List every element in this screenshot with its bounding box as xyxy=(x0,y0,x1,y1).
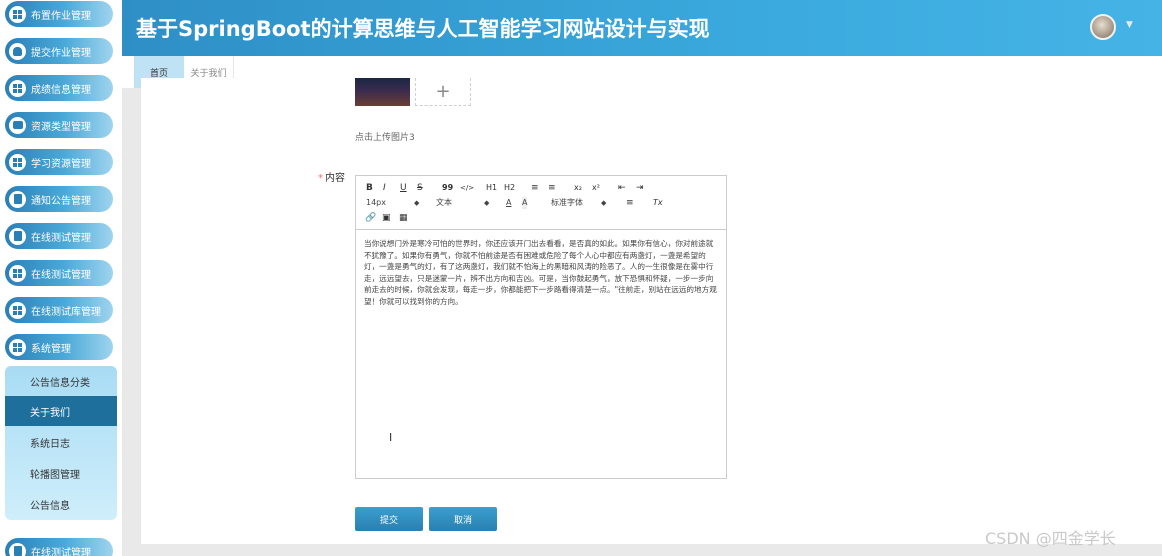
superscript-button[interactable]: x² xyxy=(592,182,600,194)
clear-format-button[interactable]: Tx xyxy=(653,197,663,209)
background-color-button[interactable]: A xyxy=(522,197,528,209)
submenu-item-notice-info[interactable]: 公告信息 xyxy=(5,489,117,519)
submenu-item-label: 公告信息分类 xyxy=(30,377,90,389)
strike-button[interactable]: S xyxy=(417,182,423,194)
sidebar-item-online-test-1[interactable]: 在线测试管理 xyxy=(5,223,113,249)
grid-icon xyxy=(9,153,26,171)
submenu-item-label: 系统日志 xyxy=(30,438,70,450)
briefcase-icon xyxy=(9,116,26,134)
editor-toolbar: B I U S 99 </> H1 H2 ≡ ≡ x₂ x² ⇤ ⇥ 14px ◆… xyxy=(356,176,726,230)
text-cursor-icon: I xyxy=(389,431,393,444)
sidebar-item-label: 成绩信息管理 xyxy=(31,84,91,96)
cancel-button[interactable]: 取消 xyxy=(429,507,497,531)
system-submenu: 公告信息分类 关于我们 系统日志 轮播图管理 公告信息 xyxy=(5,366,117,520)
caret-down-icon[interactable]: ▼ xyxy=(1126,20,1133,30)
submit-button[interactable]: 提交 xyxy=(355,507,423,531)
select-arrow-icon: ◆ xyxy=(601,199,607,207)
heading2-button[interactable]: H2 xyxy=(504,182,515,194)
submenu-item-about-us[interactable]: 关于我们 xyxy=(5,396,117,426)
select-arrow-icon: ◆ xyxy=(484,199,490,207)
sidebar-item-label: 在线测试库管理 xyxy=(31,306,101,318)
sidebar-item-label: 资源类型管理 xyxy=(31,121,91,133)
font-family-select[interactable]: 标准字体 ◆ xyxy=(551,197,606,209)
page-title: 基于SpringBoot的计算思维与人工智能学习网站设计与实现 xyxy=(136,17,710,41)
sidebar-item-submit-homework[interactable]: 提交作业管理 xyxy=(5,38,113,64)
sidebar-item-label: 通知公告管理 xyxy=(31,195,91,207)
sidebar: 布置作业管理 提交作业管理 成绩信息管理 资源类型管理 学习资源管理 通知公告管… xyxy=(0,0,122,556)
submenu-item-notice-category[interactable]: 公告信息分类 xyxy=(5,366,117,396)
grid-icon xyxy=(9,79,26,97)
text-type-value: 文本 xyxy=(436,198,452,207)
sidebar-item-grades[interactable]: 成绩信息管理 xyxy=(5,75,113,101)
bullet-list-button[interactable]: ≡ xyxy=(548,182,556,194)
indent-button[interactable]: ⇥ xyxy=(636,182,644,194)
font-size-select[interactable]: 14px ◆ xyxy=(366,197,419,209)
editor-content[interactable]: 当你说想门外是寒冷可怕的世界时，你还应该开门出去看看，是否真的如此。如果你有信心… xyxy=(364,238,720,308)
underline-button[interactable]: U xyxy=(400,182,407,194)
sidebar-item-online-test-3[interactable]: 在线测试管理 xyxy=(5,538,113,556)
document-icon xyxy=(9,190,26,208)
sidebar-item-online-test-2[interactable]: 在线测试管理 xyxy=(5,260,113,286)
user-icon xyxy=(9,42,26,60)
align-button[interactable]: ≡ xyxy=(626,197,634,209)
upload-hint: 点击上传图片3 xyxy=(355,133,415,143)
sidebar-item-notices[interactable]: 通知公告管理 xyxy=(5,186,113,212)
font-size-value: 14px xyxy=(366,198,386,207)
link-icon[interactable]: 🔗 xyxy=(365,212,376,224)
submenu-item-label: 公告信息 xyxy=(30,500,70,512)
sidebar-item-system[interactable]: 系统管理 xyxy=(5,334,113,360)
submenu-item-system-log[interactable]: 系统日志 xyxy=(5,427,117,457)
uploaded-image-thumbnail[interactable] xyxy=(355,78,410,106)
submenu-item-carousel[interactable]: 轮播图管理 xyxy=(5,458,117,488)
sidebar-item-label: 在线测试管理 xyxy=(31,547,91,556)
grid-icon xyxy=(9,338,26,356)
blockquote-button[interactable]: 99 xyxy=(442,182,453,194)
avatar[interactable] xyxy=(1090,14,1116,40)
rich-text-editor[interactable]: B I U S 99 </> H1 H2 ≡ ≡ x₂ x² ⇤ ⇥ 14px ◆… xyxy=(355,175,727,479)
sidebar-item-label: 系统管理 xyxy=(31,343,71,355)
sidebar-item-label: 布置作业管理 xyxy=(31,10,91,22)
required-mark: * xyxy=(318,173,323,184)
sidebar-item-learning-resources[interactable]: 学习资源管理 xyxy=(5,149,113,175)
bold-button[interactable]: B xyxy=(366,182,373,194)
sidebar-item-label: 学习资源管理 xyxy=(31,158,91,170)
font-color-button[interactable]: A xyxy=(506,197,511,209)
sidebar-item-label: 在线测试管理 xyxy=(31,269,91,281)
trophy-icon xyxy=(9,542,26,556)
grid-icon xyxy=(9,301,26,319)
sidebar-item-label: 提交作业管理 xyxy=(31,47,91,59)
outdent-button[interactable]: ⇤ xyxy=(618,182,626,194)
grid-icon xyxy=(9,264,26,282)
watermark: CSDN @四金学长 xyxy=(985,529,1116,548)
italic-button[interactable]: I xyxy=(383,182,386,194)
content-label-text: 内容 xyxy=(325,173,345,184)
code-block-button[interactable]: </> xyxy=(460,182,474,194)
upload-image-button[interactable]: + xyxy=(415,78,471,106)
content-label: * 内容 xyxy=(318,169,345,184)
ordered-list-button[interactable]: ≡ xyxy=(531,182,539,194)
heading1-button[interactable]: H1 xyxy=(486,182,497,194)
image-icon[interactable]: ▣ xyxy=(382,212,391,224)
top-header: 基于SpringBoot的计算思维与人工智能学习网站设计与实现 ▼ xyxy=(122,0,1162,56)
font-family-value: 标准字体 xyxy=(551,198,583,207)
sidebar-item-label: 在线测试管理 xyxy=(31,232,91,244)
subscript-button[interactable]: x₂ xyxy=(574,182,582,194)
video-icon[interactable]: ▦ xyxy=(399,212,408,224)
sidebar-item-assign-homework[interactable]: 布置作业管理 xyxy=(5,1,113,27)
sidebar-item-online-test-bank[interactable]: 在线测试库管理 xyxy=(5,297,113,323)
sidebar-item-resource-types[interactable]: 资源类型管理 xyxy=(5,112,113,138)
document-icon xyxy=(9,227,26,245)
grid-icon xyxy=(9,5,26,23)
select-arrow-icon: ◆ xyxy=(414,199,420,207)
plus-icon: + xyxy=(435,81,451,102)
submenu-item-label: 轮播图管理 xyxy=(30,469,80,481)
submenu-item-label: 关于我们 xyxy=(30,407,70,419)
text-type-select[interactable]: 文本 ◆ xyxy=(436,197,489,209)
